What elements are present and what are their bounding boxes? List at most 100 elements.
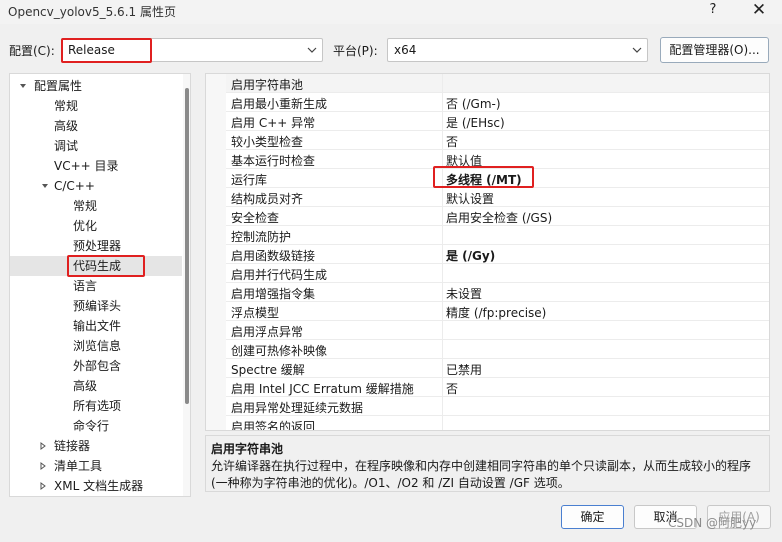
property-row[interactable]: 启用函数级链接 是 (/Gy) [206,245,769,264]
property-name: 启用浮点异常 [231,325,304,339]
property-row[interactable]: 浮点模型 精度 (/fp:precise) [206,302,769,321]
property-row[interactable]: 启用异常处理延续元数据 [206,397,769,416]
property-value[interactable]: 否 (/Gm-) [446,95,501,112]
property-row[interactable]: 较小类型检查 否 [206,131,769,150]
tree-scrollbar-thumb[interactable] [185,88,189,404]
tree-item[interactable]: 常规 [10,96,182,116]
tree-item[interactable]: 优化 [10,216,182,236]
property-row[interactable]: 启用签名的返回 [206,416,769,430]
row-gutter [206,416,226,430]
column-separator [442,188,443,207]
property-row[interactable]: 创建可热修补映像 [206,340,769,359]
property-value[interactable]: 启用安全检查 (/GS) [446,209,552,226]
tree-item[interactable]: 命令行 [10,416,182,436]
row-gutter [206,150,226,169]
property-name: 创建可热修补映像 [231,344,328,358]
property-grid[interactable]: 启用字符串池 启用最小重新生成 否 (/Gm-) 启用 C++ 异常 是 (/EHsc)… [205,73,770,431]
property-name: 启用字符串池 [231,78,304,92]
tree-item-label: 所有选项 [73,399,122,413]
row-gutter [206,74,226,93]
property-row[interactable]: 启用浮点异常 [206,321,769,340]
description-panel: 启用字符串池 允许编译器在执行过程中，在程序映像和内存中创建相同字符串的单个只读… [205,435,770,492]
property-row[interactable]: 启用 Intel JCC Erratum 缓解措施 否 [206,378,769,397]
tree-item[interactable]: 外部包含 [10,356,182,376]
tree-item[interactable]: 清单工具 [10,456,182,476]
tree-item-label: 语言 [73,279,98,293]
tree-item[interactable]: 输出文件 [10,316,182,336]
property-row[interactable]: 安全检查 启用安全检查 (/GS) [206,207,769,226]
tree-item[interactable]: 预编译头 [10,296,182,316]
property-row[interactable]: 启用最小重新生成 否 (/Gm-) [206,93,769,112]
tree-item-label: 常规 [54,99,79,113]
help-button[interactable]: ? [706,2,720,17]
close-button[interactable]: ✕ [749,0,769,20]
property-row[interactable]: Spectre 缓解 已禁用 [206,359,769,378]
property-value[interactable]: 默认设置 [446,190,494,207]
property-row[interactable]: 控制流防护 [206,226,769,245]
row-gutter [206,397,226,416]
row-gutter [206,321,226,340]
tree-scrollbar[interactable] [183,74,190,496]
column-separator [442,226,443,245]
runtime-library-highlight-box [433,166,534,188]
property-value[interactable]: 是 (/EHsc) [446,114,505,131]
tree-item-label: 常规 [73,199,98,213]
config-manager-button[interactable]: 配置管理器(O)... [660,37,769,63]
row-gutter [206,264,226,283]
row-gutter [206,131,226,150]
tree-item[interactable]: 常规 [10,196,182,216]
property-row[interactable]: 启用增强指令集 未设置 [206,283,769,302]
tree-item[interactable]: 配置属性 [10,76,182,96]
property-value[interactable]: 否 [446,133,458,150]
property-row[interactable]: 启用 C++ 异常 是 (/EHsc) [206,112,769,131]
property-value[interactable]: 否 [446,380,458,397]
caret-down-icon[interactable] [40,181,50,191]
tree-item-label: 浏览信息 [73,339,122,353]
tree-item-label: 外部包含 [73,359,122,373]
tree-item[interactable]: 语言 [10,276,182,296]
property-name: 基本运行时检查 [231,154,316,168]
config-highlight-box [61,38,152,63]
tree-item-label: 预处理器 [73,239,122,253]
tree-item[interactable]: VC++ 目录 [10,156,182,176]
property-value[interactable]: 是 (/Gy) [446,247,495,264]
row-gutter [206,283,226,302]
tree-item[interactable]: 浏览信息 [10,336,182,356]
caret-right-icon[interactable] [38,461,48,471]
property-value[interactable]: 精度 (/fp:precise) [446,304,546,321]
property-row[interactable]: 启用字符串池 [206,74,769,93]
tree-item[interactable]: 预处理器 [10,236,182,256]
row-gutter [206,169,226,188]
property-row[interactable]: 启用并行代码生成 [206,264,769,283]
property-value[interactable]: 未设置 [446,285,482,302]
column-separator [442,340,443,359]
tree-item-label: 链接器 [54,439,91,453]
description-text: 允许编译器在执行过程中，在程序映像和内存中创建相同字符串的单个只读副本，从而生成… [211,459,752,490]
caret-right-icon[interactable] [38,481,48,491]
row-gutter [206,93,226,112]
caret-right-icon[interactable] [38,441,48,451]
code-generation-highlight-box [67,255,145,277]
column-separator [442,321,443,340]
tree-item-label: 命令行 [73,419,110,433]
property-tree[interactable]: 配置属性 常规 高级 调试 VC++ 目录 C/C++ 常规 优化 预处理器 代码生成 语言 预编译头… [9,73,191,497]
tree-item[interactable]: 链接器 [10,436,182,456]
ok-button[interactable]: 确定 [561,505,624,529]
property-name: Spectre 缓解 [231,363,305,377]
tree-item[interactable]: 调试 [10,136,182,156]
tree-item-label: 调试 [54,139,79,153]
property-name: 启用 C++ 异常 [231,116,316,130]
tree-item[interactable]: XML 文档生成器 [10,476,182,496]
tree-item[interactable]: 高级 [10,116,182,136]
property-value[interactable]: 已禁用 [446,361,482,378]
tree-item[interactable]: 高级 [10,376,182,396]
tree-item-label: 配置属性 [34,79,83,93]
property-name: 启用 Intel JCC Erratum 缓解措施 [231,382,414,396]
platform-select[interactable]: x64 [387,38,648,62]
caret-down-icon[interactable] [18,81,28,91]
property-row[interactable]: 结构成员对齐 默认设置 [206,188,769,207]
tree-item[interactable]: 所有选项 [10,396,182,416]
title-bar: Opencv_yolov5_5.6.1 属性页 ? ✕ [0,0,782,24]
column-separator [442,359,443,378]
tree-item[interactable]: C/C++ [10,176,182,196]
